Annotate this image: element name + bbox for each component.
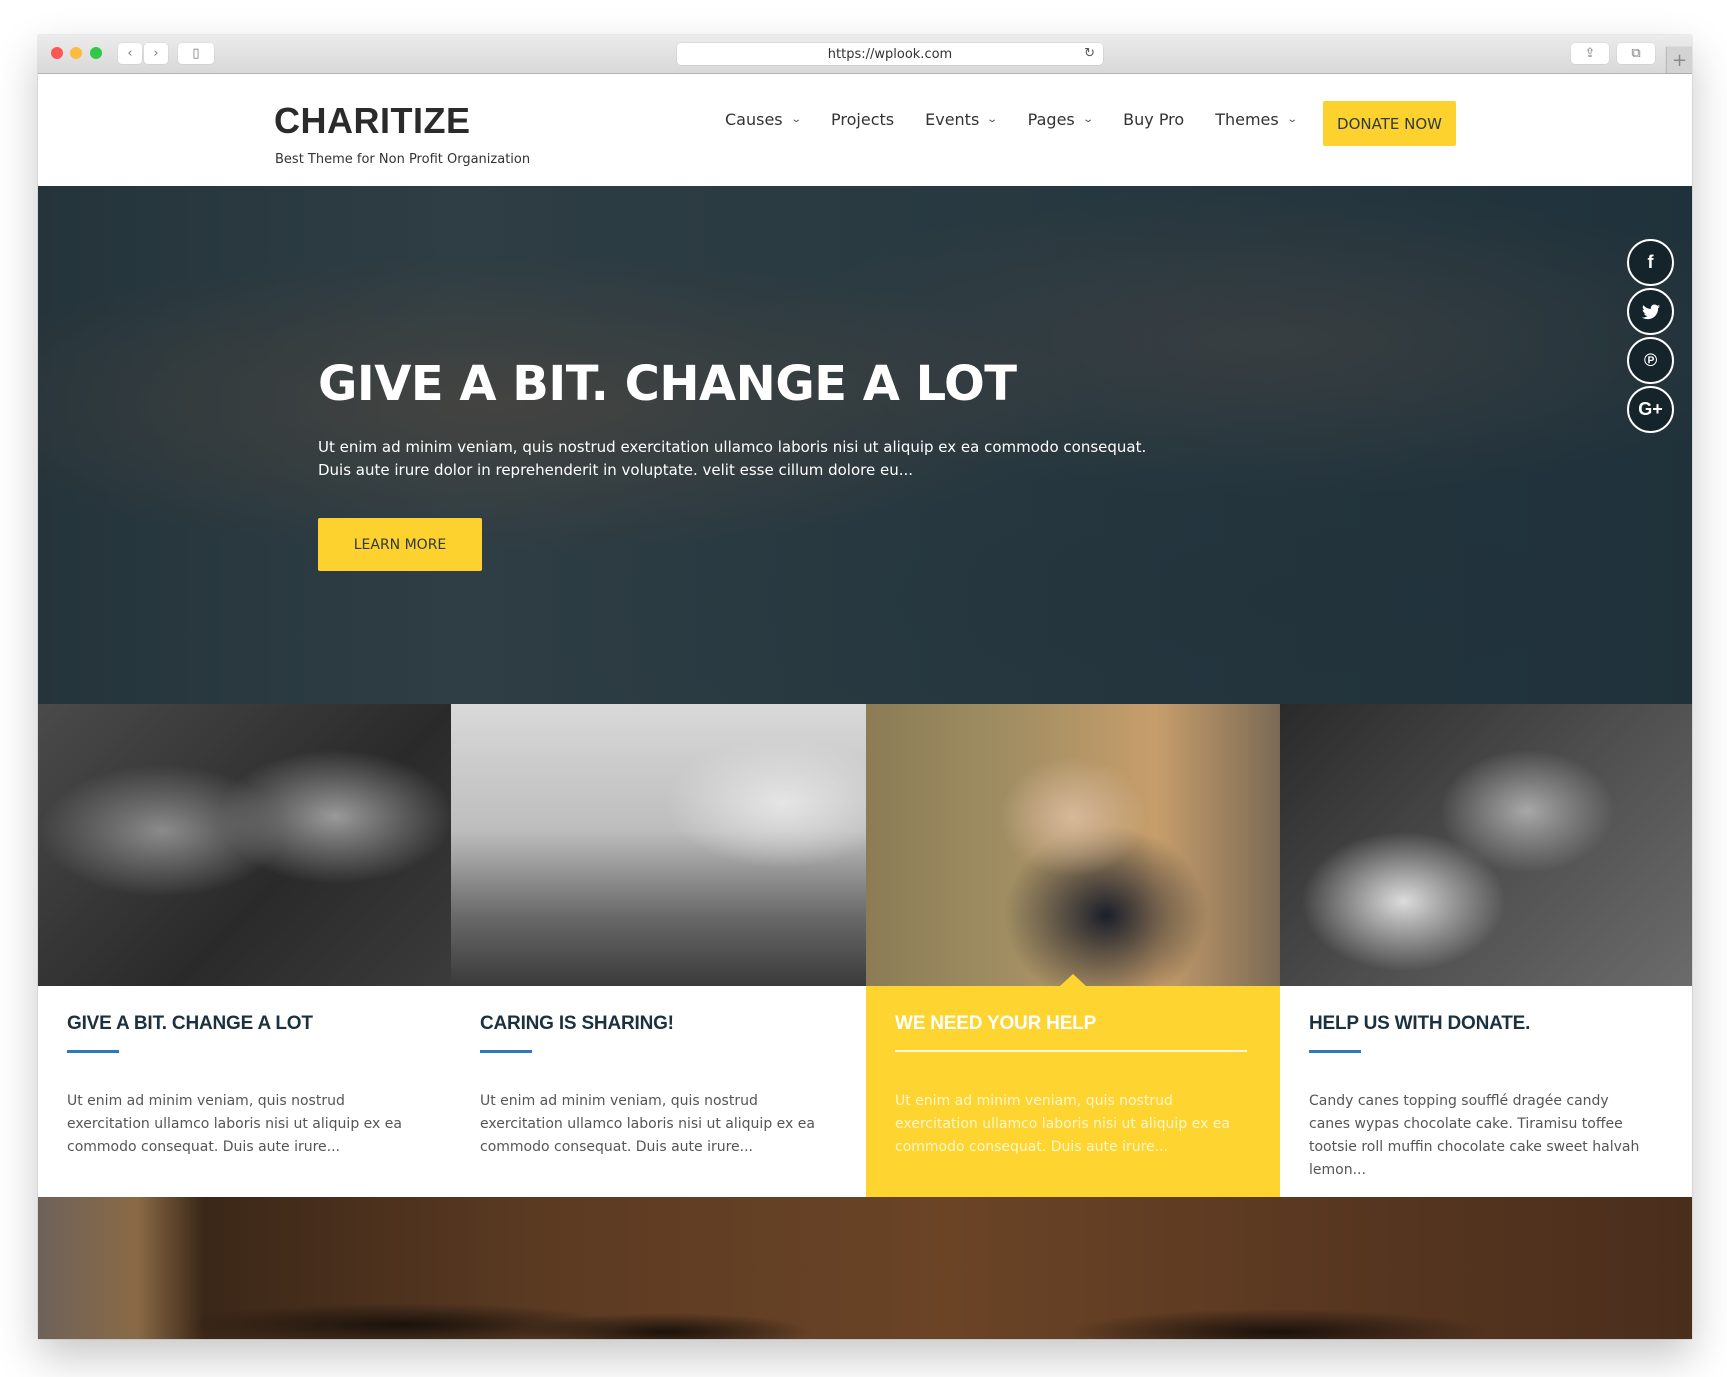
chevron-down-icon: ⌄ <box>986 114 999 125</box>
nav-item-events[interactable]: Events ⌄ <box>925 110 999 129</box>
card-body: WE NEED YOUR HELP Ut enim ad minim venia… <box>866 974 1280 1197</box>
site-logo[interactable]: CHARITIZE <box>274 100 471 142</box>
nav-label: Projects <box>831 110 895 129</box>
nav-label: Causes <box>725 110 783 129</box>
nav-label: Events <box>925 110 980 129</box>
card-text: Ut enim ad minim veniam, quis nostrud ex… <box>895 1093 1230 1155</box>
feature-card[interactable]: HELP US WITH DONATE. Candy canes topping… <box>1280 704 1692 1197</box>
feature-card[interactable]: GIVE A BIT. CHANGE A LOT Ut enim ad mini… <box>38 704 451 1197</box>
chevron-down-icon: ⌄ <box>789 114 802 125</box>
nav-label: Themes <box>1215 110 1279 129</box>
title-underline <box>480 1050 532 1053</box>
title-underline <box>895 1050 1247 1052</box>
card-text: Ut enim ad minim veniam, quis nostrud ex… <box>480 1093 815 1155</box>
card-text: Candy canes topping soufflé dragée candy… <box>1309 1093 1640 1178</box>
hero-title: GIVE A BIT. CHANGE A LOT <box>318 356 1017 412</box>
plus-icon: + <box>1671 49 1688 71</box>
card-photo <box>1280 704 1692 986</box>
main-nav: Causes ⌄ Projects Events ⌄ Pages ⌄ Buy Pro … <box>725 110 1327 129</box>
twitter-icon[interactable] <box>1627 288 1674 335</box>
browser-toolbar: ‹ › ▯ https://wplook.com ↻ ⇪ ⧉ + <box>38 35 1692 74</box>
card-title[interactable]: WE NEED YOUR HELP <box>895 1013 1096 1035</box>
nav-label: Buy Pro <box>1123 110 1185 129</box>
title-underline <box>67 1050 119 1053</box>
nav-item-causes[interactable]: Causes ⌄ <box>725 110 802 129</box>
site-tagline: Best Theme for Non Profit Organization <box>275 152 531 167</box>
card-body: GIVE A BIT. CHANGE A LOT Ut enim ad mini… <box>38 986 451 1197</box>
sidebar-icon: ▯ <box>192 46 200 61</box>
feature-card[interactable]: CARING IS SHARING! Ut enim ad minim veni… <box>451 704 866 1197</box>
title-underline <box>1309 1050 1361 1053</box>
card-title[interactable]: CARING IS SHARING! <box>480 1013 674 1035</box>
show-tabs-button[interactable]: ⧉ <box>1617 43 1655 64</box>
card-text: Ut enim ad minim veniam, quis nostrud ex… <box>67 1093 402 1155</box>
feature-cards: GIVE A BIT. CHANGE A LOT Ut enim ad mini… <box>38 704 1692 1197</box>
hero-banner: GIVE A BIT. CHANGE A LOT Ut enim ad mini… <box>38 186 1692 704</box>
url-text: https://wplook.com <box>827 46 953 62</box>
feature-card-active[interactable]: WE NEED YOUR HELP Ut enim ad minim venia… <box>866 704 1280 1197</box>
tabs-icon: ⧉ <box>1631 46 1641 61</box>
reload-icon[interactable]: ↻ <box>1084 46 1095 61</box>
card-title[interactable]: HELP US WITH DONATE. <box>1309 1013 1530 1035</box>
nav-item-themes[interactable]: Themes ⌄ <box>1215 110 1298 129</box>
card-photo <box>451 704 866 986</box>
learn-more-button[interactable]: LEARN MORE <box>318 518 482 571</box>
card-pointer <box>1060 974 1086 986</box>
nav-item-buy-pro[interactable]: Buy Pro <box>1123 110 1184 129</box>
google-plus-icon[interactable]: G+ <box>1627 386 1674 433</box>
back-button[interactable]: ‹ <box>118 43 142 64</box>
chevron-right-icon: › <box>153 46 159 61</box>
card-body: CARING IS SHARING! Ut enim ad minim veni… <box>451 986 866 1197</box>
social-links: f ℗ G+ <box>1627 239 1674 435</box>
card-title[interactable]: GIVE A BIT. CHANGE A LOT <box>67 1013 313 1035</box>
card-photo <box>38 704 451 986</box>
sidebar-toggle-button[interactable]: ▯ <box>178 43 214 64</box>
address-bar[interactable]: https://wplook.com ↻ <box>677 43 1103 65</box>
new-tab-button[interactable]: + <box>1666 47 1692 73</box>
chevron-left-icon: ‹ <box>127 46 133 61</box>
pinterest-icon[interactable]: ℗ <box>1627 337 1674 384</box>
hero-text: Ut enim ad minim veniam, quis nostrud ex… <box>318 438 1147 479</box>
share-icon: ⇪ <box>1584 46 1596 61</box>
forward-button[interactable]: › <box>144 43 168 64</box>
chevron-down-icon: ⌄ <box>1286 114 1298 125</box>
section-background-photo <box>38 1197 1692 1339</box>
facebook-icon[interactable]: f <box>1627 239 1674 286</box>
nav-item-pages[interactable]: Pages ⌄ <box>1027 110 1094 129</box>
minimize-window-button[interactable] <box>70 47 82 59</box>
card-photo <box>866 704 1280 986</box>
nav-label: Pages <box>1027 110 1075 129</box>
browser-window: ‹ › ▯ https://wplook.com ↻ ⇪ ⧉ + CHARITI… <box>38 35 1692 1339</box>
share-button[interactable]: ⇪ <box>1571 43 1609 64</box>
donate-now-button[interactable]: DONATE NOW <box>1323 101 1456 146</box>
site-header: CHARITIZE Best Theme for Non Profit Orga… <box>38 74 1692 186</box>
zoom-window-button[interactable] <box>90 47 102 59</box>
card-body: HELP US WITH DONATE. Candy canes topping… <box>1280 986 1692 1197</box>
chevron-down-icon: ⌄ <box>1082 114 1094 125</box>
close-window-button[interactable] <box>51 47 63 59</box>
nav-item-projects[interactable]: Projects <box>831 110 894 129</box>
